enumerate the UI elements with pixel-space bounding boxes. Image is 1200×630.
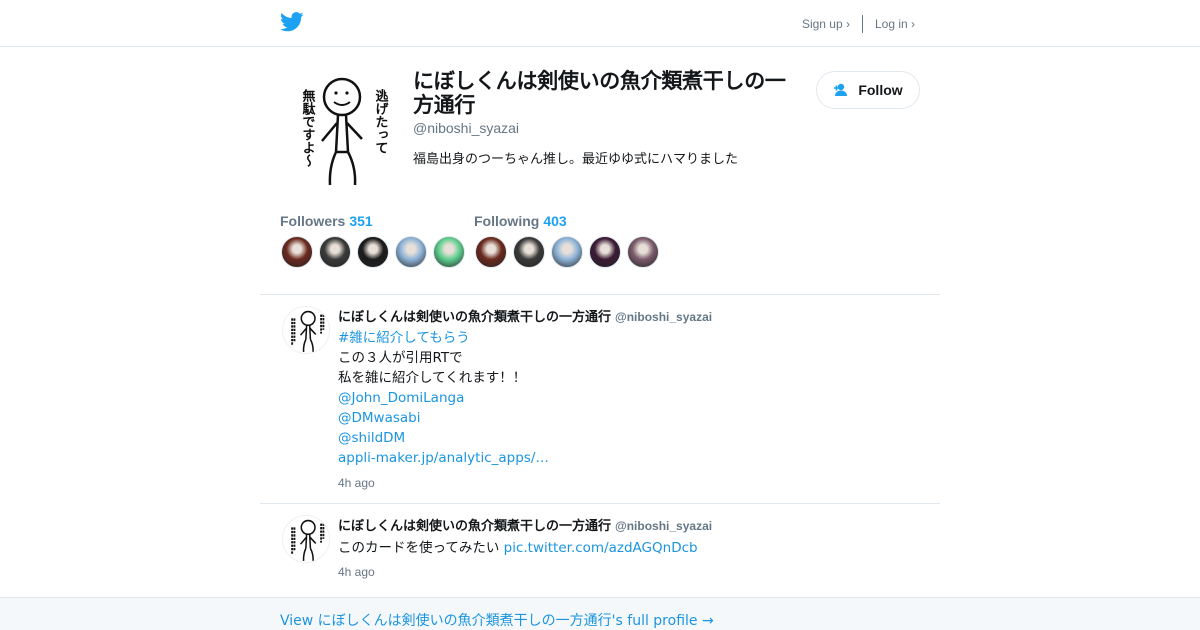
user-avatar[interactable] [395, 236, 427, 268]
user-avatar[interactable] [513, 236, 545, 268]
tweet-text: このカードを使ってみたい [338, 540, 504, 556]
avatar-text-left: 無駄ですよ〜 [300, 88, 316, 167]
tweet-header: にぼしくんは剣使いの魚介類煮干しの一方通行 @niboshi_syazai [338, 515, 712, 534]
stick-figure-avatar-image [291, 519, 325, 561]
full-profile-link[interactable]: View にぼしくんは剣使いの魚介類煮干しの一方通行's full profil… [280, 610, 714, 630]
tweet-author-name[interactable]: にぼしくんは剣使いの魚介類煮干しの一方通行 [338, 519, 611, 534]
user-avatar[interactable] [357, 236, 389, 268]
profile-handle: @niboshi_syazai [413, 120, 520, 136]
tweet-text-line: このカードを使ってみたい pic.twitter.com/azdAGQnDcb [338, 538, 698, 558]
followers-stat[interactable]: Followers 351 [280, 213, 373, 229]
user-avatar[interactable] [627, 236, 659, 268]
stick-figure-avatar-image [291, 310, 325, 352]
tweet-timestamp[interactable]: 4h ago [338, 476, 375, 490]
divider [260, 294, 940, 295]
followers-label: Followers [280, 213, 346, 229]
user-avatar[interactable] [551, 236, 583, 268]
tweet-body: このカードを使ってみたい pic.twitter.com/azdAGQnDcb [338, 538, 698, 558]
tweet-link[interactable]: appli-maker.jp/analytic_apps/… [338, 448, 549, 468]
follow-button-label: Follow [858, 82, 903, 98]
divider [260, 503, 940, 504]
profile-avatar[interactable]: 逃げたって 無駄ですよ〜 [280, 67, 398, 193]
following-count: 403 [543, 213, 567, 229]
tweet-avatar[interactable] [282, 515, 330, 563]
profile-bio: 福島出身のつーちゃん推し。最近ゆゆ式にハマりました [413, 152, 739, 167]
top-bar: Sign up › Log in › [0, 0, 1200, 47]
user-avatar[interactable] [281, 236, 313, 268]
tweet-item[interactable]: にぼしくんは剣使いの魚介類煮干しの一方通行 @niboshi_syazai #雑に… [280, 306, 920, 496]
add-user-icon [834, 83, 848, 96]
signup-link[interactable]: Sign up › [802, 17, 850, 31]
tweet-mention[interactable]: @shildDM [338, 428, 549, 448]
login-link[interactable]: Log in › [875, 17, 915, 31]
tweet-text-line: 私を雑に紹介してくれます！！ [338, 370, 527, 386]
tweet-text-line: この３人が引用RTで [338, 350, 463, 366]
tweet-item[interactable]: にぼしくんは剣使いの魚介類煮干しの一方通行 @niboshi_syazai このカ… [280, 515, 920, 585]
stick-figure-avatar-image: 逃げたって 無駄ですよ〜 [300, 77, 389, 186]
followers-count: 351 [349, 213, 373, 229]
follow-button[interactable]: Follow [816, 71, 920, 109]
tweet-hashtag[interactable]: #雑に紹介してもらう [338, 328, 549, 348]
tweet-author-handle[interactable]: @niboshi_syazai [615, 310, 712, 324]
user-avatar[interactable] [319, 236, 351, 268]
follower-avatars [281, 236, 465, 268]
twitter-bird-icon[interactable] [280, 11, 304, 33]
tweet-avatar[interactable] [282, 306, 330, 354]
avatar-text-right: 逃げたって [373, 88, 389, 154]
tweet-author-name[interactable]: にぼしくんは剣使いの魚介類煮干しの一方通行 [338, 310, 611, 325]
user-avatar[interactable] [433, 236, 465, 268]
following-stat[interactable]: Following 403 [474, 213, 567, 229]
tweet-header: にぼしくんは剣使いの魚介類煮干しの一方通行 @niboshi_syazai [338, 306, 712, 325]
tweet-mention[interactable]: @John_DomiLanga [338, 388, 549, 408]
tweet-body: #雑に紹介してもらう この３人が引用RTで 私を雑に紹介してくれます！！ @Jo… [338, 328, 549, 468]
tweet-timestamp[interactable]: 4h ago [338, 565, 375, 579]
user-avatar[interactable] [589, 236, 621, 268]
tweet-link[interactable]: pic.twitter.com/azdAGQnDcb [504, 540, 698, 556]
user-avatar[interactable] [475, 236, 507, 268]
following-avatars [475, 236, 659, 268]
tweet-mention[interactable]: @DMwasabi [338, 408, 549, 428]
tweet-author-handle[interactable]: @niboshi_syazai [615, 519, 712, 533]
profile-name: にぼしくんは剣使いの魚介類煮干しの一方通行 [413, 69, 786, 117]
auth-nav: Sign up › Log in › [802, 15, 915, 33]
following-label: Following [474, 213, 540, 229]
footer-bar: View にぼしくんは剣使いの魚介類煮干しの一方通行's full profil… [0, 597, 1200, 630]
nav-divider [861, 15, 863, 33]
